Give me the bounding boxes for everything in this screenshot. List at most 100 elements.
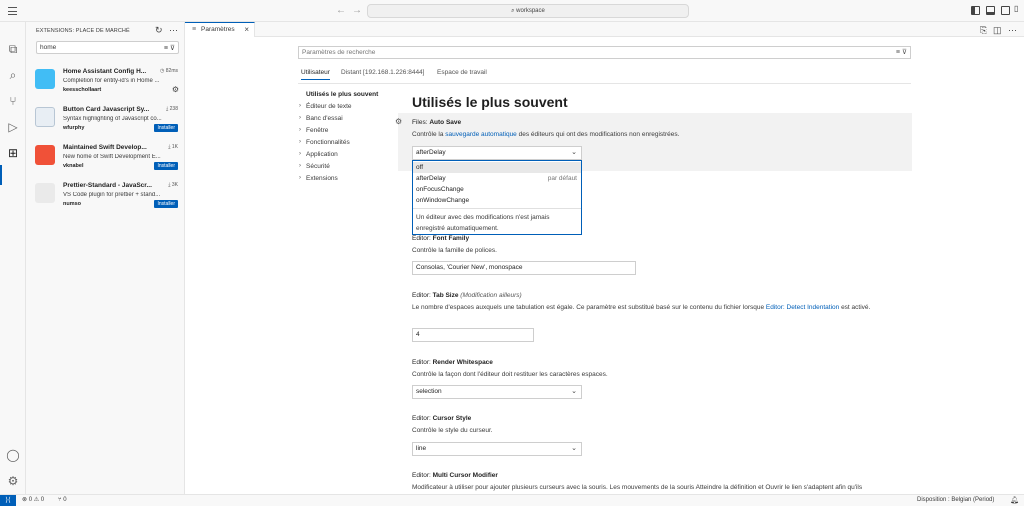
toc-item-window[interactable]: › Fenêtre xyxy=(299,127,329,134)
forward-arrow-icon[interactable]: → xyxy=(352,5,362,16)
extensions-icon[interactable]: ⊞ xyxy=(6,146,20,160)
setting-desc: Contrôle la famille de polices. xyxy=(412,247,497,254)
split-editor-icon[interactable]: ◫ xyxy=(993,25,1002,36)
toc-item-security[interactable]: › Sécurité xyxy=(299,163,330,170)
open-settings-json-icon[interactable]: ⎘ xyxy=(980,25,987,36)
keyboard-layout[interactable]: Disposition : Belgian (Period) xyxy=(917,495,994,506)
extension-name: Button Card Javascript Sy... xyxy=(63,106,150,113)
status-bar: ⟩⟨ ⊗ 0 ⚠ 0 ⑂ 0 Disposition : Belgian (Pe… xyxy=(0,494,1024,506)
settings-search-input[interactable]: Paramètres de recherche ≡ ⊽ xyxy=(298,46,911,59)
setting-font-family: Editor: Font Family Contrôle la famille … xyxy=(412,235,892,256)
filter-icon[interactable]: ≡ ⊽ xyxy=(896,47,907,58)
extension-item[interactable]: Home Assistant Config H... ◷ 82ms Comple… xyxy=(26,66,185,104)
extension-stat: ⤓ 238 xyxy=(166,106,178,112)
setting-title: Files: Auto Save xyxy=(412,119,892,126)
dropdown-option[interactable]: onWindowChange xyxy=(413,195,581,206)
dropdown-divider xyxy=(413,208,581,209)
activity-bar: ⧉ ⌕ ⑂ ▷ ⊞ ◯ ⚙ xyxy=(0,22,26,494)
setting-name: Font Family xyxy=(432,235,470,242)
toggle-panel-icon[interactable] xyxy=(986,6,995,15)
extension-item[interactable]: Prettier-Standard - JavaScr... ⤓ 3K VS C… xyxy=(26,180,185,218)
toc-label: Sécurité xyxy=(306,163,330,170)
back-arrow-icon[interactable]: ← xyxy=(336,5,346,16)
setting-name: Auto Save xyxy=(429,119,462,126)
ports-indicator[interactable]: ⑂ 0 xyxy=(58,495,67,506)
command-center[interactable]: ⌕ workspace xyxy=(367,4,689,18)
toc-label: Application xyxy=(306,151,338,158)
dropdown-option[interactable]: off xyxy=(413,162,581,173)
chevron-right-icon: › xyxy=(299,151,301,157)
option-description: Un éditeur avec des modifications n'est … xyxy=(416,214,550,232)
setting-auto-save: Files: Auto Save Contrôle la sauvegarde … xyxy=(412,119,892,140)
button-card-icon xyxy=(35,107,55,127)
toc-item-commonly-used[interactable]: Utilisés le plus souvent xyxy=(306,91,378,98)
accounts-icon[interactable]: ◯ xyxy=(6,448,20,462)
customize-layout-icon[interactable]: ▯ xyxy=(1014,4,1023,13)
toc-label: Éditeur de texte xyxy=(306,103,352,110)
more-actions-icon[interactable]: ⋯ xyxy=(1008,25,1017,36)
extension-item[interactable]: Maintained Swift Develop... ⤓ 1K New hom… xyxy=(26,142,185,180)
filter-icon[interactable]: ≡ ⊽ xyxy=(164,43,175,54)
extension-name: Prettier-Standard - JavaScr... xyxy=(63,182,152,189)
tab-settings[interactable]: ≡ Paramètres × xyxy=(185,22,255,37)
render-whitespace-select[interactable]: selection ⌄ xyxy=(412,385,582,399)
toc-label: Fenêtre xyxy=(306,127,329,134)
dropdown-option[interactable]: afterDelay par défaut xyxy=(413,173,581,184)
extension-gear-icon[interactable]: ⚙ xyxy=(172,85,179,94)
close-icon[interactable]: × xyxy=(244,23,249,36)
run-debug-icon[interactable]: ▷ xyxy=(6,120,20,134)
menu-icon[interactable] xyxy=(8,7,17,15)
extensions-search-input[interactable]: home ≡ ⊽ xyxy=(36,41,179,54)
extension-desc: Completion for entity-id's in Home ... xyxy=(63,78,160,84)
setting-category: Editor: xyxy=(412,472,433,479)
install-button[interactable]: Installer xyxy=(154,162,178,170)
toc-item-text-editor[interactable]: › Éditeur de texte xyxy=(299,103,352,110)
extension-item[interactable]: Button Card Javascript Sy... ⤓ 238 Synta… xyxy=(26,104,185,142)
tab-workspace[interactable]: Espace de travail xyxy=(437,69,487,76)
problems-indicator[interactable]: ⊗ 0 ⚠ 0 xyxy=(22,495,44,506)
auto-save-select[interactable]: afterDelay ⌄ xyxy=(412,146,582,160)
toc-item-extensions[interactable]: › Extensions xyxy=(299,175,338,182)
setting-tab-size: Editor: Tab Size (Modification ailleurs)… xyxy=(412,292,892,313)
toggle-primary-sidebar-icon[interactable] xyxy=(971,6,980,15)
dropdown-option[interactable]: onFocusChange xyxy=(413,184,581,195)
extension-publisher: keesschollaart xyxy=(63,87,102,93)
settings-file-icon: ≡ xyxy=(192,26,197,33)
notifications-bell-icon[interactable]: 🔔︎ xyxy=(1010,495,1019,506)
font-family-input[interactable]: Consolas, 'Courier New', monospace xyxy=(412,261,636,275)
setting-title: Editor: Font Family xyxy=(412,235,892,242)
more-actions-icon[interactable]: ⋯ xyxy=(169,25,178,36)
home-assistant-icon xyxy=(35,69,55,89)
option-label: afterDelay xyxy=(416,175,446,182)
remote-indicator-icon[interactable]: ⟩⟨ xyxy=(0,495,16,506)
toc-item-workbench[interactable]: › Banc d'essai xyxy=(299,115,343,122)
setting-category: Editor: xyxy=(412,415,433,422)
refresh-icon[interactable]: ↻ xyxy=(155,25,163,36)
search-icon[interactable]: ⌕ xyxy=(6,68,20,82)
manage-gear-icon[interactable]: ⚙ xyxy=(6,474,20,488)
tab-remote[interactable]: Distant [192.168.1.226:8444] xyxy=(341,69,424,76)
auto-save-link[interactable]: sauvegarde automatique xyxy=(445,131,517,138)
extension-name: Home Assistant Config H... xyxy=(63,68,147,75)
install-button[interactable]: Installer xyxy=(154,200,178,208)
chevron-down-icon: ⌄ xyxy=(571,149,577,156)
setting-render-whitespace: Editor: Render Whitespace Contrôle la fa… xyxy=(412,359,892,380)
setting-gear-icon[interactable]: ⚙ xyxy=(395,117,402,126)
detect-indentation-link[interactable]: Editor: Detect Indentation xyxy=(766,304,839,311)
setting-cursor-style: Editor: Cursor Style Contrôle le style d… xyxy=(412,415,892,436)
toc-item-application[interactable]: › Application xyxy=(299,151,338,158)
toc-item-features[interactable]: › Fonctionnalités xyxy=(299,139,350,146)
tab-size-input[interactable]: 4 xyxy=(412,328,534,342)
explorer-icon[interactable]: ⧉ xyxy=(6,42,20,56)
install-button[interactable]: Installer xyxy=(154,124,178,132)
select-value: line xyxy=(416,445,427,452)
toggle-secondary-sidebar-icon[interactable] xyxy=(1001,6,1010,15)
cursor-style-select[interactable]: line ⌄ xyxy=(412,442,582,456)
warnings-count: 0 xyxy=(40,497,45,503)
extensions-search-value: home xyxy=(40,44,57,51)
tab-user[interactable]: Utilisateur xyxy=(301,69,330,80)
extension-desc: Syntax highlighting of Javascript co... xyxy=(63,116,162,122)
modified-elsewhere[interactable]: (Modification ailleurs) xyxy=(460,292,521,299)
toc-label: Banc d'essai xyxy=(306,115,343,122)
source-control-icon[interactable]: ⑂ xyxy=(6,94,20,108)
